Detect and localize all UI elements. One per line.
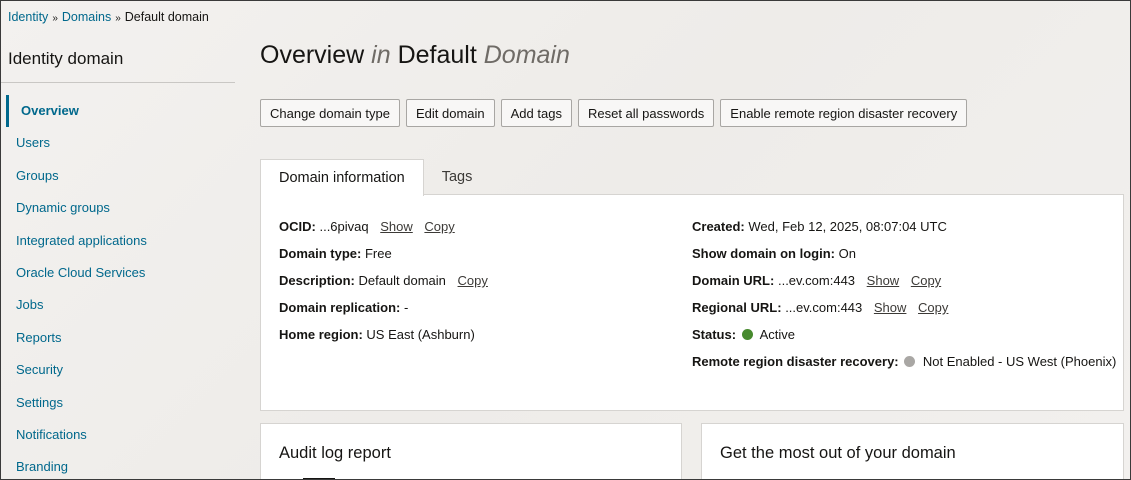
- get-the-most-title: Get the most out of your domain: [720, 444, 956, 462]
- created-value: Wed, Feb 12, 2025, 08:07:04 UTC: [748, 219, 947, 234]
- info-row-remote-recovery: Remote region disaster recovery: Not Ena…: [692, 346, 1116, 373]
- info-row-domain-type: Domain type: Free: [279, 238, 488, 265]
- domain-information-panel: OCID: ...6pivaq Show Copy Domain type: F…: [260, 194, 1124, 411]
- edit-domain-button[interactable]: Edit domain: [405, 99, 495, 127]
- info-row-replication: Domain replication: -: [279, 292, 488, 319]
- sidebar-item-overview[interactable]: Overview: [6, 95, 235, 128]
- breadcrumb-separator: »: [115, 13, 121, 24]
- breadcrumb-domains-link[interactable]: Domains: [62, 10, 111, 24]
- sidebar-item-integrated-applications[interactable]: Integrated applications: [1, 225, 235, 257]
- sidebar-item-security[interactable]: Security: [1, 354, 235, 386]
- regional-url-value: ...ev.com:443: [785, 300, 863, 315]
- domain-type-value: Free: [364, 246, 392, 261]
- regional-url-copy-link[interactable]: Copy: [918, 300, 948, 315]
- sidebar-item-dynamic-groups[interactable]: Dynamic groups: [1, 192, 235, 224]
- home-region-label: Home region:: [279, 327, 363, 342]
- domain-url-label: Domain URL:: [692, 273, 775, 288]
- ocid-copy-link[interactable]: Copy: [424, 219, 454, 234]
- info-row-created: Created: Wed, Feb 12, 2025, 08:07:04 UTC: [692, 211, 1116, 238]
- status-label: Status:: [692, 327, 737, 342]
- breadcrumb-current: Default domain: [124, 10, 209, 24]
- sidebar-item-jobs[interactable]: Jobs: [1, 289, 235, 321]
- reset-all-passwords-button[interactable]: Reset all passwords: [577, 99, 715, 127]
- ocid-value: ...6pivaq: [319, 219, 369, 234]
- change-domain-type-button[interactable]: Change domain type: [260, 99, 400, 127]
- domain-url-show-link[interactable]: Show: [867, 273, 900, 288]
- add-tags-button[interactable]: Add tags: [500, 99, 572, 127]
- sidebar-item-reports[interactable]: Reports: [1, 322, 235, 354]
- info-row-home-region: Home region: US East (Ashburn): [279, 319, 488, 346]
- domain-type-label: Domain type:: [279, 246, 362, 261]
- domain-url-value: ...ev.com:443: [777, 273, 856, 288]
- remote-recovery-label: Remote region disaster recovery:: [692, 354, 899, 369]
- info-tabs: Domain information Tags: [260, 159, 490, 196]
- status-disabled-dot-icon: [904, 356, 916, 367]
- description-label: Description:: [279, 273, 355, 288]
- replication-label: Domain replication:: [279, 300, 401, 315]
- description-value: Default domain: [358, 273, 446, 288]
- description-copy-link[interactable]: Copy: [458, 273, 488, 288]
- info-row-show-on-login: Show domain on login: On: [692, 238, 1116, 265]
- sidebar-item-users[interactable]: Users: [1, 127, 235, 159]
- identity-domain-overview-page: Identity» Domains» Default domain Identity…: [0, 0, 1131, 480]
- page-title: Overview in Default Domain: [260, 41, 570, 70]
- info-row-ocid: OCID: ...6pivaq Show Copy: [279, 211, 488, 238]
- page-title-domain-word: Domain: [483, 41, 570, 69]
- show-on-login-label: Show domain on login:: [692, 246, 835, 261]
- sidebar-title: Identity domain: [1, 41, 235, 83]
- info-column-left: OCID: ...6pivaq Show Copy Domain type: F…: [279, 211, 488, 346]
- audit-log-report-title: Audit log report: [279, 444, 391, 462]
- sidebar: Identity domain Overview Users Groups Dy…: [1, 41, 235, 479]
- sidebar-item-notifications[interactable]: Notifications: [1, 419, 235, 451]
- info-column-right: Created: Wed, Feb 12, 2025, 08:07:04 UTC…: [692, 211, 1116, 373]
- sidebar-nav: Overview Users Groups Dynamic groups Int…: [1, 95, 235, 479]
- remote-recovery-value: Not Enabled - US West (Phoenix): [922, 354, 1117, 369]
- home-region-value: US East (Ashburn): [366, 327, 475, 342]
- sidebar-item-settings[interactable]: Settings: [1, 387, 235, 419]
- sidebar-item-groups[interactable]: Groups: [1, 160, 235, 192]
- breadcrumb-identity-link[interactable]: Identity: [8, 10, 48, 24]
- info-row-domain-url: Domain URL: ...ev.com:443 Show Copy: [692, 265, 1116, 292]
- status-value: Active: [759, 327, 795, 342]
- created-label: Created:: [692, 219, 745, 234]
- get-the-most-card: Get the most out of your domain: [701, 423, 1124, 479]
- page-title-main: Overview: [260, 41, 365, 69]
- page-title-domain-name: Default: [397, 41, 477, 69]
- ocid-label: OCID:: [279, 219, 316, 234]
- tab-domain-information[interactable]: Domain information: [260, 159, 424, 196]
- action-toolbar: Change domain type Edit domain Add tags …: [260, 99, 968, 127]
- show-on-login-value: On: [838, 246, 856, 261]
- page-title-in: in: [371, 41, 391, 69]
- sidebar-item-oracle-cloud-services[interactable]: Oracle Cloud Services: [1, 257, 235, 289]
- ocid-show-link[interactable]: Show: [380, 219, 413, 234]
- info-row-status: Status: Active: [692, 319, 1116, 346]
- regional-url-label: Regional URL:: [692, 300, 782, 315]
- info-row-regional-url: Regional URL: ...ev.com:443 Show Copy: [692, 292, 1116, 319]
- tab-tags[interactable]: Tags: [424, 159, 491, 195]
- breadcrumb: Identity» Domains» Default domain: [8, 10, 209, 24]
- domain-url-copy-link[interactable]: Copy: [911, 273, 941, 288]
- breadcrumb-separator: »: [52, 13, 58, 24]
- replication-value: -: [403, 300, 409, 315]
- sidebar-item-branding[interactable]: Branding: [1, 451, 235, 479]
- audit-log-report-card: Audit log report: [260, 423, 682, 479]
- enable-remote-recovery-button[interactable]: Enable remote region disaster recovery: [720, 99, 968, 127]
- status-active-dot-icon: [741, 329, 753, 340]
- info-row-description: Description: Default domain Copy: [279, 265, 488, 292]
- regional-url-show-link[interactable]: Show: [874, 300, 907, 315]
